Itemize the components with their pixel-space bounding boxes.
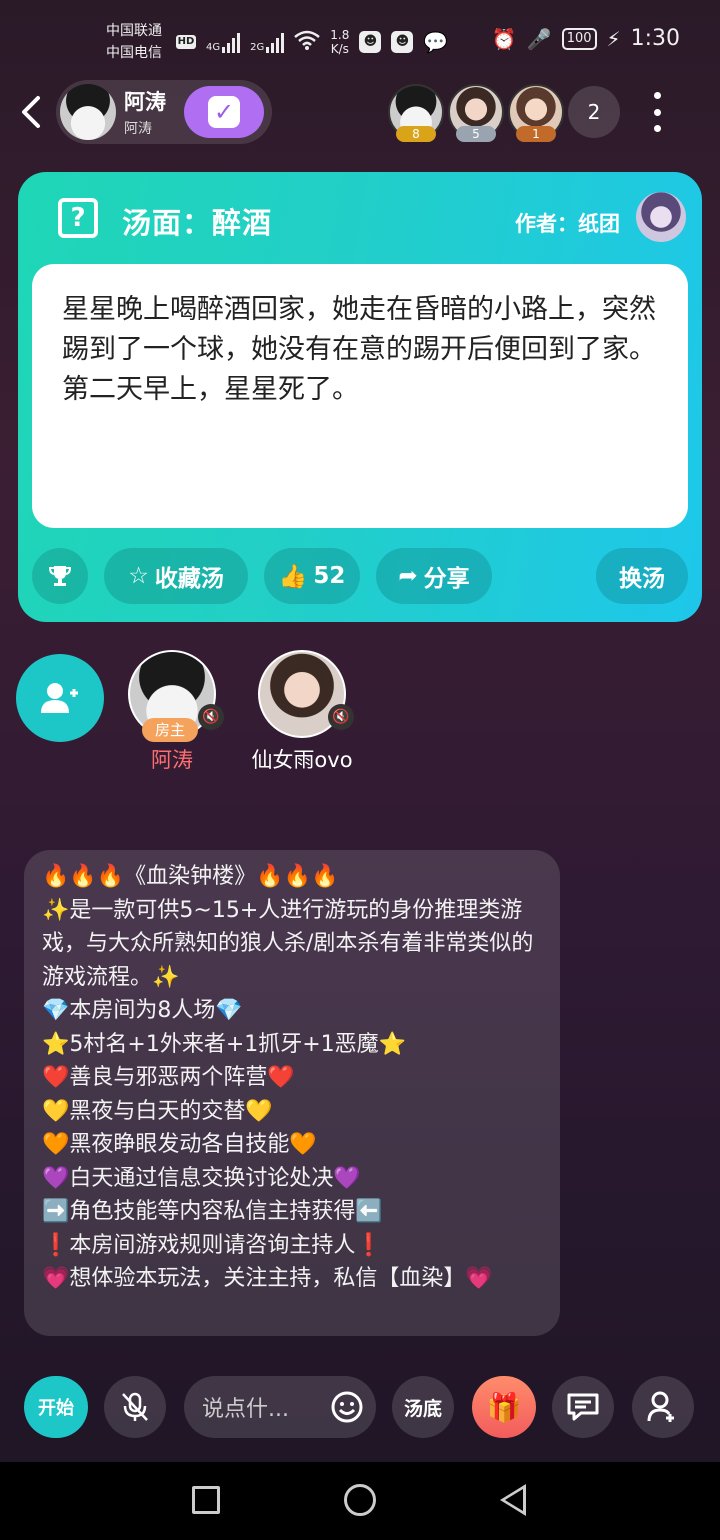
check-calendar-icon: ✓ [208, 96, 240, 128]
change-puzzle-button[interactable]: 换汤 [596, 548, 688, 604]
gift-icon: 🎁 [486, 1390, 522, 1424]
seat-host[interactable]: 房主 🔇 [128, 650, 224, 742]
host-info[interactable]: 阿涛 阿涛 ✓ [56, 80, 272, 144]
status-icons: HD 4G 2G 1.8 K/s ☻ ☻ 💬 [176, 28, 448, 56]
audience-count[interactable]: 2 [568, 86, 620, 138]
host-badge: 房主 [142, 718, 198, 742]
notice-line: 💗想体验本玩法，关注主持，私信【血染】💗 [42, 1266, 493, 1291]
home-icon[interactable] [344, 1484, 376, 1516]
back-arrow-icon [22, 96, 40, 128]
rank-badge: 8 [396, 126, 436, 142]
host-subtitle: 阿涛 [124, 121, 152, 137]
carrier-1: 中国联通 [106, 23, 162, 39]
puzzle-story: 星星晚上喝醉酒回家，她走在昏暗的小路上，突然踢到了一个球，她没有在意的踢开后便回… [32, 264, 688, 528]
app-mask-icon: ☻ [359, 31, 382, 53]
add-friend-button[interactable] [632, 1376, 694, 1438]
audience-avatar-1[interactable]: 8 [388, 84, 444, 142]
soup-bottom-label: 汤底 [403, 1397, 442, 1420]
start-label: 开始 [38, 1398, 74, 1419]
net-speed: 1.8 K/s [330, 28, 350, 56]
chat-input[interactable]: 说点什... [184, 1376, 376, 1438]
question-icon: ? [58, 198, 98, 238]
seat-guest[interactable]: 🔇 [258, 650, 354, 738]
notice-line: 💛黑夜与白天的交替💛 [42, 1098, 273, 1124]
notice-line: ⭐5村名+1外来者+1抓牙+1恶魔⭐ [42, 1031, 407, 1057]
puzzle-card: ? 汤面：醉酒 作者：纸团 星星晚上喝醉酒回家，她走在昏暗的小路上，突然踢到了一… [18, 172, 702, 622]
favorite-label: 收藏汤 [154, 566, 224, 592]
soup-bottom-button[interactable]: 汤底 [392, 1376, 454, 1438]
notice-line: ❤️善良与邪恶两个阵营❤️ [42, 1065, 295, 1090]
notice-line: 🧡黑夜睁眼发动各自技能🧡 [42, 1132, 317, 1157]
chat-bubble-icon [567, 1393, 599, 1421]
signal-4g-icon: 4G [206, 31, 241, 53]
charging-icon: ⚡ [606, 26, 621, 51]
notice-line: ✨是一款可供5~15+人进行游玩的身份推理类游戏，与大众所熟知的狼人杀/剧本杀有… [42, 897, 534, 990]
mic-icon: 🎤 [526, 26, 552, 51]
clock: 1:30 [630, 26, 680, 51]
share-label: 分享 [423, 566, 470, 592]
carrier-2: 中国电信 [106, 45, 162, 61]
room-announcement: 🔥🔥🔥《血染钟楼》🔥🔥🔥 ✨是一款可供5~15+人进行游玩的身份推理类游戏，与大众… [24, 850, 560, 1336]
puzzle-author[interactable]: 作者：纸团 [515, 208, 620, 238]
trophy-button[interactable] [32, 548, 88, 604]
notice-line: 💜白天通过信息交换讨论处决💜 [42, 1165, 361, 1191]
notice-line: 🔥🔥🔥《血染钟楼》🔥🔥🔥 [42, 864, 339, 889]
wifi-icon [294, 30, 321, 54]
audience-avatar-3[interactable]: 1 [508, 84, 564, 142]
system-nav-bar [0, 1462, 720, 1540]
app-mask-icon-2: ☻ [391, 31, 414, 53]
notice-line: ➡️角色技能等内容私信主持获得⬅️ [42, 1199, 383, 1224]
chat-placeholder: 说点什... [202, 1397, 289, 1422]
status-right: ⏰ 🎤 100 ⚡ 1:30 [492, 26, 680, 51]
gift-button[interactable]: 🎁 [472, 1376, 536, 1438]
seat-name-guest: 仙女雨ovo [251, 748, 353, 772]
mic-off-icon: 🔇 [198, 704, 224, 730]
star-icon: ☆ [128, 563, 149, 589]
message-button[interactable] [552, 1376, 614, 1438]
follow-button[interactable]: ✓ [184, 86, 264, 138]
hd-icon: HD [176, 35, 196, 49]
rank-badge: 1 [516, 126, 556, 142]
back-button[interactable] [18, 92, 48, 132]
battery-icon: 100 [561, 27, 597, 50]
host-avatar[interactable] [60, 84, 116, 140]
share-button[interactable]: ➦ 分享 [376, 548, 492, 604]
like-count: 52 [313, 563, 346, 589]
audience-avatar-2[interactable]: 5 [448, 84, 504, 142]
author-avatar[interactable] [636, 192, 686, 242]
nav-back-icon[interactable] [500, 1484, 526, 1516]
mic-toggle-button[interactable] [104, 1376, 166, 1438]
alarm-icon: ⏰ [491, 26, 517, 51]
carrier-info: 中国联通 中国电信 [106, 20, 162, 64]
share-icon: ➦ [398, 563, 418, 589]
emoji-icon[interactable] [330, 1390, 364, 1424]
notice-line: 💎本房间为8人场💎 [42, 998, 243, 1023]
puzzle-title: 汤面：醉酒 [122, 206, 273, 240]
wechat-icon: 💬 [423, 30, 449, 54]
host-name: 阿涛 [124, 90, 166, 114]
favorite-button[interactable]: ☆ 收藏汤 [104, 548, 248, 604]
mic-off-icon: 🔇 [328, 704, 354, 730]
like-button[interactable]: 👍 52 [264, 548, 360, 604]
status-bar: 中国联通 中国电信 HD 4G 2G 1.8 K/s ☻ ☻ 💬 ⏰ 🎤 100… [0, 0, 720, 80]
invite-user-button[interactable] [16, 654, 104, 742]
add-user-icon [41, 683, 78, 713]
change-label: 换汤 [619, 566, 665, 592]
trophy-icon [48, 566, 72, 586]
recents-icon[interactable] [192, 1486, 220, 1514]
notice-line: ❗本房间游戏规则请咨询主持人❗ [42, 1232, 383, 1258]
mic-off-icon [122, 1392, 148, 1421]
rank-badge: 5 [456, 126, 496, 142]
signal-2g-icon: 2G [250, 31, 285, 53]
more-options-icon[interactable] [650, 92, 664, 132]
start-game-button[interactable]: 开始 [24, 1376, 88, 1438]
thumbs-up-icon: 👍 [278, 563, 308, 590]
add-user-icon [647, 1391, 674, 1422]
